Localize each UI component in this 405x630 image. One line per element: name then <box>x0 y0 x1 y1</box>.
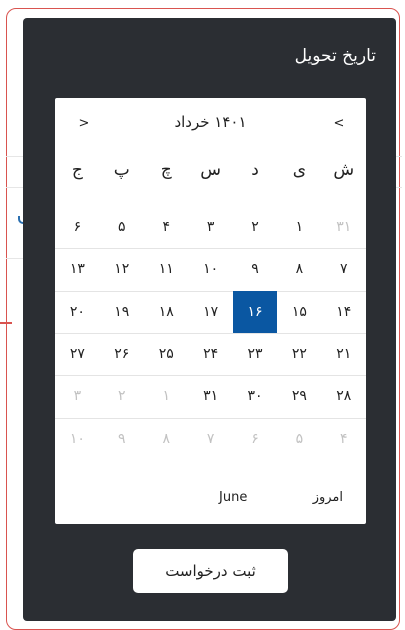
weekday-label: ج <box>71 160 83 180</box>
day-cell[interactable]: ۵ <box>100 206 144 248</box>
day-cell[interactable]: ۲۱ <box>322 333 366 375</box>
day-cell[interactable]: ۱ <box>144 375 188 417</box>
weekday-label: د <box>251 160 259 180</box>
day-cell[interactable]: ۱۴ <box>322 291 366 333</box>
day-cell[interactable]: ۲ <box>100 375 144 417</box>
day-cell[interactable]: ۳ <box>55 375 99 417</box>
accent-line <box>0 322 12 324</box>
day-cell[interactable]: ۱۷ <box>188 291 232 333</box>
table-line <box>6 258 24 259</box>
day-cell[interactable]: ۶ <box>233 418 277 460</box>
day-cell[interactable]: ۳۱ <box>188 375 232 417</box>
submit-request-button[interactable]: ثبت درخواست <box>133 549 288 593</box>
date-picker: > ۱۴۰۱ خرداد < شیدسچپج ۳۱ ۱ ۲ ۳ ۴ ۵ ۶ ۷ ۸ ۹ ۱۰ ۱۱ ۱۲… <box>55 98 366 524</box>
table-line <box>396 156 402 157</box>
day-cell[interactable]: ۱۹ <box>100 291 144 333</box>
day-cell[interactable]: ۸ <box>277 248 321 290</box>
day-cell[interactable]: ۲۴ <box>188 333 232 375</box>
day-cell[interactable]: ۴ <box>322 418 366 460</box>
gregorian-month-label[interactable]: June <box>219 490 247 505</box>
weekday-label: س <box>200 160 221 180</box>
day-cell[interactable]: ۲۵ <box>144 333 188 375</box>
calendar-header: > ۱۴۰۱ خرداد < <box>55 98 366 150</box>
day-cell[interactable]: ۲۶ <box>100 333 144 375</box>
next-month-button[interactable]: < <box>329 116 349 131</box>
weekday-row: شیدسچپج <box>55 160 366 200</box>
month-title: ۱۴۰۱ خرداد <box>174 113 247 131</box>
table-line <box>6 156 24 157</box>
day-cell[interactable]: ۹ <box>100 418 144 460</box>
day-cell[interactable]: ۷ <box>188 418 232 460</box>
day-cell[interactable]: ۳۱ <box>322 206 366 248</box>
day-cell[interactable]: ۳۰ <box>233 375 277 417</box>
dialog-title: تاریخ تحویل <box>294 46 376 66</box>
day-cell[interactable]: ۲۹ <box>277 375 321 417</box>
table-line <box>396 187 402 188</box>
day-cell[interactable]: ۳ <box>188 206 232 248</box>
day-cell[interactable]: ۵ <box>277 418 321 460</box>
day-cell[interactable]: ۱۰ <box>188 248 232 290</box>
day-cell[interactable]: ۱۸ <box>144 291 188 333</box>
day-cell[interactable]: ۲۳ <box>233 333 277 375</box>
day-cell[interactable]: ۱ <box>277 206 321 248</box>
day-cell[interactable]: ۸ <box>144 418 188 460</box>
day-cell[interactable]: ۲ <box>233 206 277 248</box>
day-cell[interactable]: ۲۸ <box>322 375 366 417</box>
day-cell[interactable]: ۱۲ <box>100 248 144 290</box>
day-cell[interactable]: ۲۲ <box>277 333 321 375</box>
weekday-label: ش <box>333 160 355 180</box>
day-cell[interactable]: ۲۷ <box>55 333 99 375</box>
weekday-label: پ <box>113 160 130 180</box>
day-cell[interactable]: ۷ <box>322 248 366 290</box>
day-cell[interactable]: ۹ <box>233 248 277 290</box>
day-cell[interactable]: ۱۰ <box>55 418 99 460</box>
day-cell[interactable]: ۱۵ <box>277 291 321 333</box>
today-button[interactable]: امروز <box>313 490 343 505</box>
selected-day-cell[interactable]: ۱۶ <box>232 290 278 333</box>
day-cell[interactable]: ۱۳ <box>55 248 99 290</box>
day-cell[interactable]: ۱۱ <box>144 248 188 290</box>
day-cell[interactable]: ۴ <box>144 206 188 248</box>
weekday-label: ی <box>292 160 307 180</box>
day-cell[interactable]: ۲۰ <box>55 291 99 333</box>
weekday-label: چ <box>160 160 172 180</box>
table-line <box>6 187 24 188</box>
day-cell[interactable]: ۶ <box>55 206 99 248</box>
